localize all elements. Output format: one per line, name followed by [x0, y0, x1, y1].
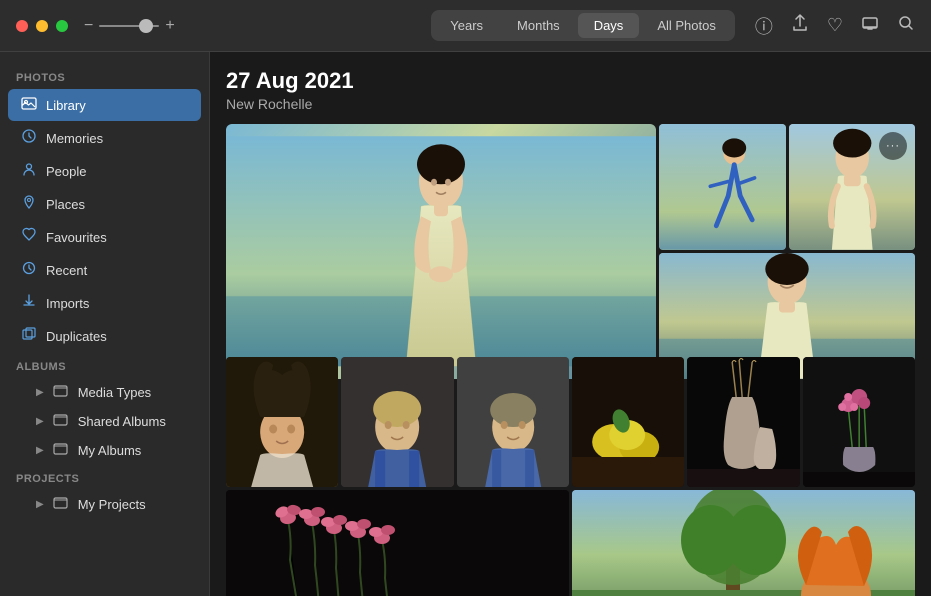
- photo-standing[interactable]: ···: [789, 124, 916, 250]
- sidebar-item-sharedalbums[interactable]: ▶ Shared Albums: [8, 407, 201, 435]
- imports-icon: [20, 293, 38, 313]
- sidebar-item-places-label: Places: [46, 197, 85, 212]
- sidebar-item-mediatypes[interactable]: ▶ Media Types: [8, 378, 201, 406]
- sharedalbums-icon: [52, 412, 70, 430]
- sidebar-item-people[interactable]: People: [8, 155, 201, 187]
- section-label-photos: Photos: [0, 64, 209, 88]
- main-layout: Photos Library Memories: [0, 52, 931, 596]
- sidebar-item-duplicates-label: Duplicates: [46, 329, 107, 344]
- titlebar: − + Years Months Days All Photos ⓘ ♡: [0, 0, 931, 52]
- sidebar-item-library[interactable]: Library: [8, 89, 201, 121]
- traffic-lights: [16, 20, 68, 32]
- sidebar-item-memories[interactable]: Memories: [8, 122, 201, 154]
- content-area: 27 Aug 2021 New Rochelle: [210, 52, 931, 596]
- myalbums-icon: [52, 441, 70, 459]
- sidebar: Photos Library Memories: [0, 52, 210, 596]
- close-button[interactable]: [16, 20, 28, 32]
- photo-runner[interactable]: [659, 124, 786, 250]
- zoom-slider[interactable]: [99, 25, 159, 27]
- sidebar-item-myalbums[interactable]: ▶ My Albums: [8, 436, 201, 464]
- duplicates-icon: [20, 326, 38, 346]
- date-header: 27 Aug 2021 New Rochelle: [226, 68, 915, 112]
- people-icon: [20, 161, 38, 181]
- sidebar-item-recent[interactable]: Recent: [8, 254, 201, 286]
- sidebar-item-library-label: Library: [46, 98, 86, 113]
- tab-days[interactable]: Days: [578, 13, 640, 38]
- photo-row-3: [226, 490, 915, 596]
- zoom-minus-icon[interactable]: −: [84, 17, 93, 35]
- chevron-right-icon-3: ▶: [36, 445, 44, 456]
- minimize-button[interactable]: [36, 20, 48, 32]
- photo-row-1: ···: [226, 124, 915, 354]
- library-icon: [20, 95, 38, 115]
- mediatypes-icon: [52, 383, 70, 401]
- myprojects-icon: [52, 495, 70, 513]
- fullscreen-button[interactable]: [56, 20, 68, 32]
- tab-months[interactable]: Months: [501, 13, 576, 38]
- search-icon[interactable]: [897, 14, 915, 37]
- photo-main-portrait[interactable]: [226, 124, 656, 379]
- view-tabs: Years Months Days All Photos: [431, 10, 735, 41]
- section-label-albums: Albums: [0, 353, 209, 377]
- photo-wildhair[interactable]: [226, 357, 338, 487]
- date-title: 27 Aug 2021: [226, 68, 915, 94]
- sidebar-item-favourites-label: Favourites: [46, 230, 107, 245]
- chevron-right-icon-4: ▶: [36, 499, 44, 510]
- sidebar-item-memories-label: Memories: [46, 131, 103, 146]
- photo-pink-flowers[interactable]: [226, 490, 569, 596]
- tab-years[interactable]: Years: [434, 13, 499, 38]
- sidebar-item-imports[interactable]: Imports: [8, 287, 201, 319]
- slideshow-icon[interactable]: [861, 14, 879, 37]
- photo-flowers-vase[interactable]: [803, 357, 915, 487]
- sidebar-item-mediatypes-label: Media Types: [78, 385, 151, 400]
- more-options-button[interactable]: ···: [879, 132, 907, 160]
- zoom-plus-icon[interactable]: +: [165, 17, 174, 35]
- photo-portrait-3[interactable]: [457, 357, 569, 487]
- photo-vases[interactable]: [687, 357, 799, 487]
- tab-allphotos[interactable]: All Photos: [641, 13, 732, 38]
- heart-icon[interactable]: ♡: [827, 15, 843, 36]
- sidebar-item-myprojects-label: My Projects: [78, 497, 146, 512]
- sidebar-item-myprojects[interactable]: ▶ My Projects: [8, 490, 201, 518]
- sidebar-item-favourites[interactable]: Favourites: [8, 221, 201, 253]
- sidebar-item-duplicates[interactable]: Duplicates: [8, 320, 201, 352]
- chevron-right-icon-2: ▶: [36, 416, 44, 427]
- sidebar-item-myalbums-label: My Albums: [78, 443, 142, 458]
- chevron-right-icon: ▶: [36, 387, 44, 398]
- favourites-icon: [20, 227, 38, 247]
- toolbar-icons: ⓘ ♡: [755, 13, 915, 39]
- zoom-thumb[interactable]: [139, 19, 153, 33]
- sidebar-item-people-label: People: [46, 164, 86, 179]
- sidebar-item-places[interactable]: Places: [8, 188, 201, 220]
- photo-row-1-right: ···: [659, 124, 915, 379]
- sidebar-item-sharedalbums-label: Shared Albums: [78, 414, 166, 429]
- info-icon[interactable]: ⓘ: [755, 13, 773, 39]
- photo-row-1-right-top: ···: [659, 124, 915, 250]
- photo-blond-man[interactable]: [341, 357, 453, 487]
- section-label-projects: Projects: [0, 465, 209, 489]
- photo-park-scene[interactable]: [572, 490, 915, 596]
- recent-icon: [20, 260, 38, 280]
- photo-lemons[interactable]: [572, 357, 684, 487]
- date-location: New Rochelle: [226, 96, 915, 112]
- memories-icon: [20, 128, 38, 148]
- sidebar-item-recent-label: Recent: [46, 263, 87, 278]
- sidebar-item-imports-label: Imports: [46, 296, 89, 311]
- share-icon[interactable]: [791, 14, 809, 37]
- zoom-control: − +: [84, 17, 175, 35]
- places-icon: [20, 194, 38, 214]
